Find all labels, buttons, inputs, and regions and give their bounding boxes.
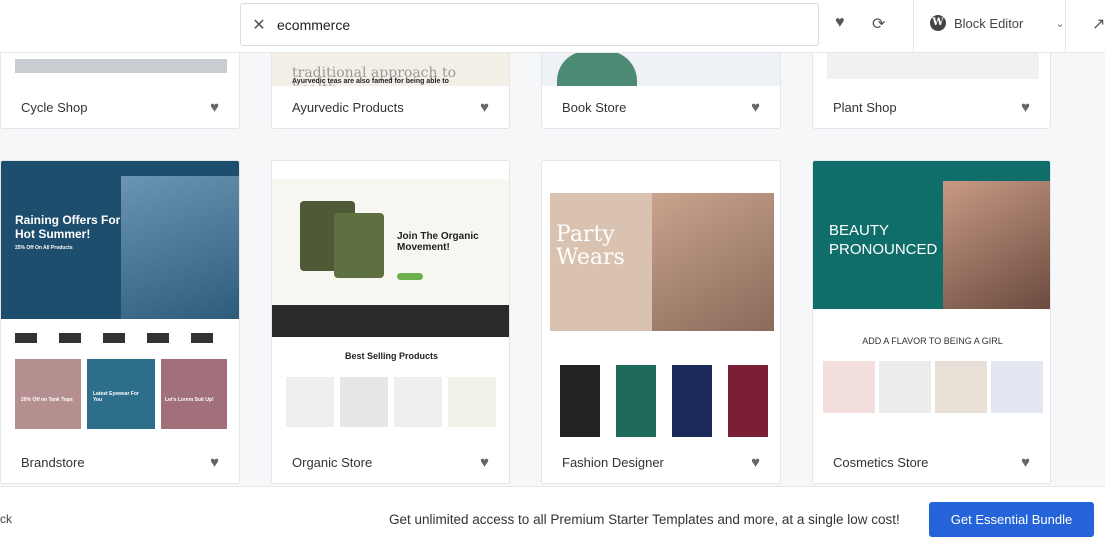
heart-icon[interactable]: ♥ (210, 99, 219, 116)
preview-section: Best Selling Products (344, 351, 439, 361)
divider (913, 0, 914, 53)
preview-promo: Let's Lorem Suit Up! (165, 397, 214, 403)
heart-icon[interactable]: ♥ (1021, 454, 1030, 471)
preview-promo: 20% Off on Tank Tops (21, 397, 73, 403)
heart-icon[interactable]: ♥ (210, 454, 219, 471)
wordpress-icon: W (930, 15, 946, 31)
external-link-icon[interactable]: ↗ (1092, 14, 1105, 34)
search-input[interactable]: ✕ ecommerce (240, 3, 819, 46)
editor-select[interactable]: W Block Editor ⌄ (930, 15, 1065, 31)
heart-icon[interactable]: ♥ (480, 454, 489, 471)
editor-label: Block Editor (954, 15, 1024, 31)
refresh-icon[interactable]: ⟳ (872, 14, 885, 34)
preview-headline: Raining Offers For Hot Summer! (15, 213, 121, 241)
preview-headline: Join The Organic Movement! (397, 231, 479, 253)
footer-bar: ck Get unlimited access to all Premium S… (0, 486, 1105, 550)
heart-icon[interactable]: ♥ (480, 99, 489, 116)
template-card[interactable]: Join The Organic Movement! Best Selling … (271, 160, 510, 484)
heart-icon[interactable]: ♥ (1021, 99, 1030, 116)
template-name: Fashion Designer (562, 454, 664, 470)
template-preview: Join The Organic Movement! Best Selling … (272, 161, 509, 443)
template-name: Brandstore (21, 454, 85, 470)
template-name: Cycle Shop (21, 99, 88, 115)
heart-icon[interactable]: ♥ (751, 99, 760, 116)
close-icon[interactable]: ✕ (241, 15, 277, 35)
template-preview: BEAUTY PRONOUNCED ADD A FLAVOR TO BEING … (813, 161, 1050, 443)
preview-section: ADD A FLAVOR TO BEING A GIRL (862, 336, 1003, 346)
header: ✕ ecommerce ♥ ⟳ W Block Editor ⌄ ↗ (0, 0, 1105, 53)
template-name: Cosmetics Store (833, 454, 929, 470)
heart-icon[interactable]: ♥ (751, 454, 760, 471)
template-name: Plant Shop (833, 99, 897, 115)
template-name: Book Store (562, 99, 627, 115)
back-link[interactable]: ck (0, 512, 12, 526)
divider (1065, 0, 1066, 53)
snippet: Ayurvedic teas are also famed for being … (292, 78, 449, 85)
template-preview: Raining Offers For Hot Summer! 25% Off O… (1, 161, 239, 443)
heart-icon[interactable]: ♥ (835, 14, 845, 32)
template-name: Ayurvedic Products (292, 99, 404, 115)
template-preview: Party Wears (542, 161, 780, 443)
template-name: Organic Store (292, 454, 373, 470)
preview-promo: Latest Eyewear For You (93, 391, 139, 403)
template-card[interactable]: BEAUTY PRONOUNCED ADD A FLAVOR TO BEING … (812, 160, 1051, 484)
get-essential-bundle-button[interactable]: Get Essential Bundle (929, 502, 1094, 537)
preview-headline: Party Wears (556, 222, 625, 270)
template-card[interactable]: Raining Offers For Hot Summer! 25% Off O… (0, 160, 240, 484)
chevron-down-icon: ⌄ (1055, 17, 1065, 30)
preview-sub: 25% Off On All Products (15, 245, 73, 251)
promo-text: Get unlimited access to all Premium Star… (389, 512, 900, 527)
template-card[interactable]: Party Wears Fashion Designer ♥ (541, 160, 781, 484)
preview-headline: BEAUTY PRONOUNCED (829, 222, 938, 258)
search-value[interactable]: ecommerce (277, 17, 350, 33)
